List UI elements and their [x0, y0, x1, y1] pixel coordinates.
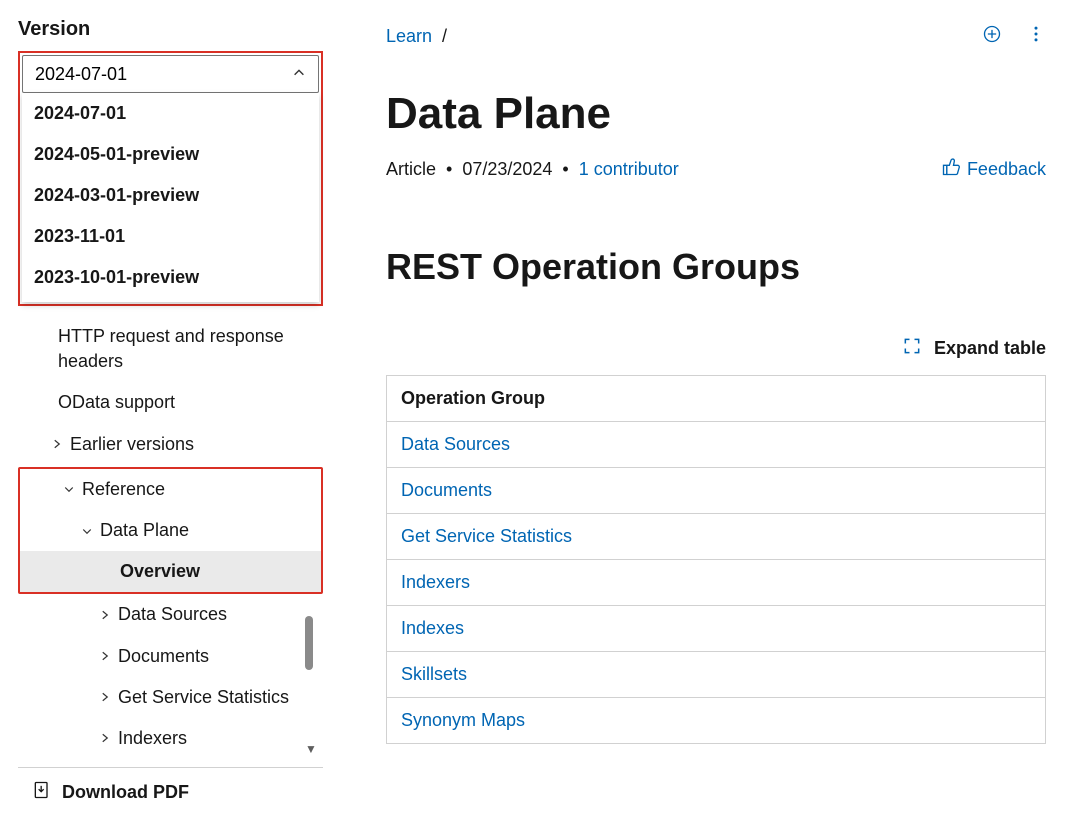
breadcrumb-separator: /: [442, 26, 447, 47]
expand-table-button[interactable]: Expand table: [934, 338, 1046, 359]
article-date: 07/23/2024: [462, 159, 552, 180]
nav-item-http-headers[interactable]: HTTP request and response headers: [18, 316, 323, 382]
nav-item-odata[interactable]: OData support: [18, 382, 323, 423]
scroll-down-arrow-icon[interactable]: ▼: [305, 742, 315, 756]
nav-label: Documents: [118, 644, 209, 669]
version-option[interactable]: 2023-11-01: [22, 216, 319, 257]
op-link[interactable]: Synonym Maps: [401, 710, 525, 730]
sidebar-scrollbar[interactable]: ▼: [305, 616, 315, 756]
nav-label: Data Plane: [100, 518, 189, 543]
nav-item-earlier-versions[interactable]: Earlier versions: [18, 424, 323, 465]
nav-label: Overview: [120, 559, 200, 584]
nav-item-overview[interactable]: Overview: [20, 551, 321, 592]
nav-label: Get Service Statistics: [118, 685, 289, 710]
version-option[interactable]: 2024-03-01-preview: [22, 175, 319, 216]
breadcrumb-link-learn[interactable]: Learn: [386, 26, 432, 47]
chevron-right-icon: [98, 609, 112, 621]
scrollbar-thumb[interactable]: [305, 616, 313, 670]
op-link[interactable]: Indexers: [401, 572, 470, 592]
table-header: Operation Group: [387, 376, 1046, 422]
download-label: Download PDF: [62, 782, 189, 803]
chevron-right-icon: [98, 691, 112, 703]
nav-label: Earlier versions: [70, 432, 194, 457]
nav-item-data-plane[interactable]: Data Plane: [20, 510, 321, 551]
version-option[interactable]: 2024-07-01: [22, 93, 319, 134]
nav-item-indexers[interactable]: Indexers: [18, 718, 323, 759]
version-select[interactable]: 2024-07-01: [22, 55, 319, 93]
op-link[interactable]: Data Sources: [401, 434, 510, 454]
meta-separator: •: [562, 159, 568, 180]
table-row: Documents: [387, 468, 1046, 514]
contributors-link[interactable]: 1 contributor: [579, 159, 679, 180]
nav-label: HTTP request and response headers: [58, 324, 323, 374]
operation-groups-table: Operation Group Data Sources Documents G…: [386, 375, 1046, 744]
reference-highlight: Reference Data Plane Overview: [18, 467, 323, 595]
table-row: Data Sources: [387, 422, 1046, 468]
article-type: Article: [386, 159, 436, 180]
version-selector-highlight: 2024-07-01 2024-07-01 2024-05-01-preview…: [18, 51, 323, 306]
nav-label: Reference: [82, 477, 165, 502]
nav-item-data-sources[interactable]: Data Sources: [18, 594, 323, 635]
version-dropdown: 2024-07-01 2024-05-01-preview 2024-03-01…: [22, 93, 319, 302]
version-label: Version: [18, 18, 323, 41]
add-icon[interactable]: [982, 24, 1002, 49]
table-row: Get Service Statistics: [387, 514, 1046, 560]
chevron-right-icon: [98, 650, 112, 662]
table-row: Indexers: [387, 560, 1046, 606]
section-heading: REST Operation Groups: [386, 246, 1046, 288]
nav-item-documents[interactable]: Documents: [18, 636, 323, 677]
chevron-down-icon: [62, 483, 76, 495]
download-pdf-button[interactable]: Download PDF: [18, 767, 323, 817]
breadcrumb: Learn /: [386, 24, 1046, 49]
chevron-up-icon: [292, 64, 306, 85]
op-link[interactable]: Documents: [401, 480, 492, 500]
table-row: Skillsets: [387, 652, 1046, 698]
chevron-down-icon: [80, 525, 94, 537]
nav-label: OData support: [58, 390, 175, 415]
version-selected: 2024-07-01: [35, 64, 127, 85]
version-option[interactable]: 2024-05-01-preview: [22, 134, 319, 175]
thumbs-up-icon: [941, 157, 961, 182]
more-icon[interactable]: [1026, 24, 1046, 49]
nav-label: Indexers: [118, 726, 187, 751]
page-title: Data Plane: [386, 89, 1046, 139]
nav-item-get-service-statistics[interactable]: Get Service Statistics: [18, 677, 323, 718]
nav-tree: HTTP request and response headers OData …: [18, 316, 323, 759]
chevron-right-icon: [50, 438, 64, 450]
download-icon: [32, 780, 52, 805]
version-option[interactable]: 2023-10-01-preview: [22, 257, 319, 298]
feedback-label: Feedback: [967, 159, 1046, 180]
nav-label: Data Sources: [118, 602, 227, 627]
op-link[interactable]: Indexes: [401, 618, 464, 638]
chevron-right-icon: [98, 732, 112, 744]
nav-item-reference[interactable]: Reference: [20, 469, 321, 510]
table-row: Indexes: [387, 606, 1046, 652]
op-link[interactable]: Skillsets: [401, 664, 467, 684]
feedback-button[interactable]: Feedback: [941, 157, 1046, 182]
op-link[interactable]: Get Service Statistics: [401, 526, 572, 546]
expand-icon[interactable]: [902, 336, 922, 361]
meta-separator: •: [446, 159, 452, 180]
table-row: Synonym Maps: [387, 698, 1046, 744]
